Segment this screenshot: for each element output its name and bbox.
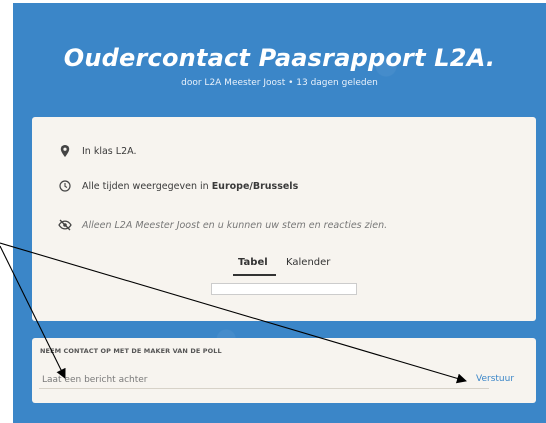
location-text: In klas L2A. <box>82 145 137 157</box>
contact-heading: NEEM CONTACT OP MET DE MAKER VAN DE POLL <box>40 347 222 355</box>
tab-tabel[interactable]: Tabel <box>238 257 268 268</box>
poll-title: Oudercontact Paasrapport L2A. <box>63 44 496 72</box>
tab-kalender[interactable]: Kalender <box>286 257 330 268</box>
active-tab-indicator <box>233 274 276 276</box>
eye-off-icon <box>58 218 72 232</box>
timezone-row: Alle tijden weergegeven in Europe/Brusse… <box>58 178 298 194</box>
location-row: In klas L2A. <box>58 143 136 159</box>
poll-subtitle: door L2A Meester Joost • 13 dagen gelede… <box>181 78 378 88</box>
timezone-value: Europe/Brussels <box>211 180 299 192</box>
visibility-text: Alleen L2A Meester Joost en u kunnen uw … <box>82 219 388 231</box>
send-button[interactable]: Verstuur <box>476 374 514 384</box>
visibility-row: Alleen L2A Meester Joost en u kunnen uw … <box>58 217 387 233</box>
view-tabs: Tabel Kalender <box>212 257 356 276</box>
poll-table-placeholder <box>211 283 357 295</box>
location-pin-icon <box>58 144 72 158</box>
timezone-label: Alle tijden weergegeven in <box>82 180 209 192</box>
clock-icon <box>58 179 72 193</box>
message-input[interactable] <box>39 372 489 389</box>
